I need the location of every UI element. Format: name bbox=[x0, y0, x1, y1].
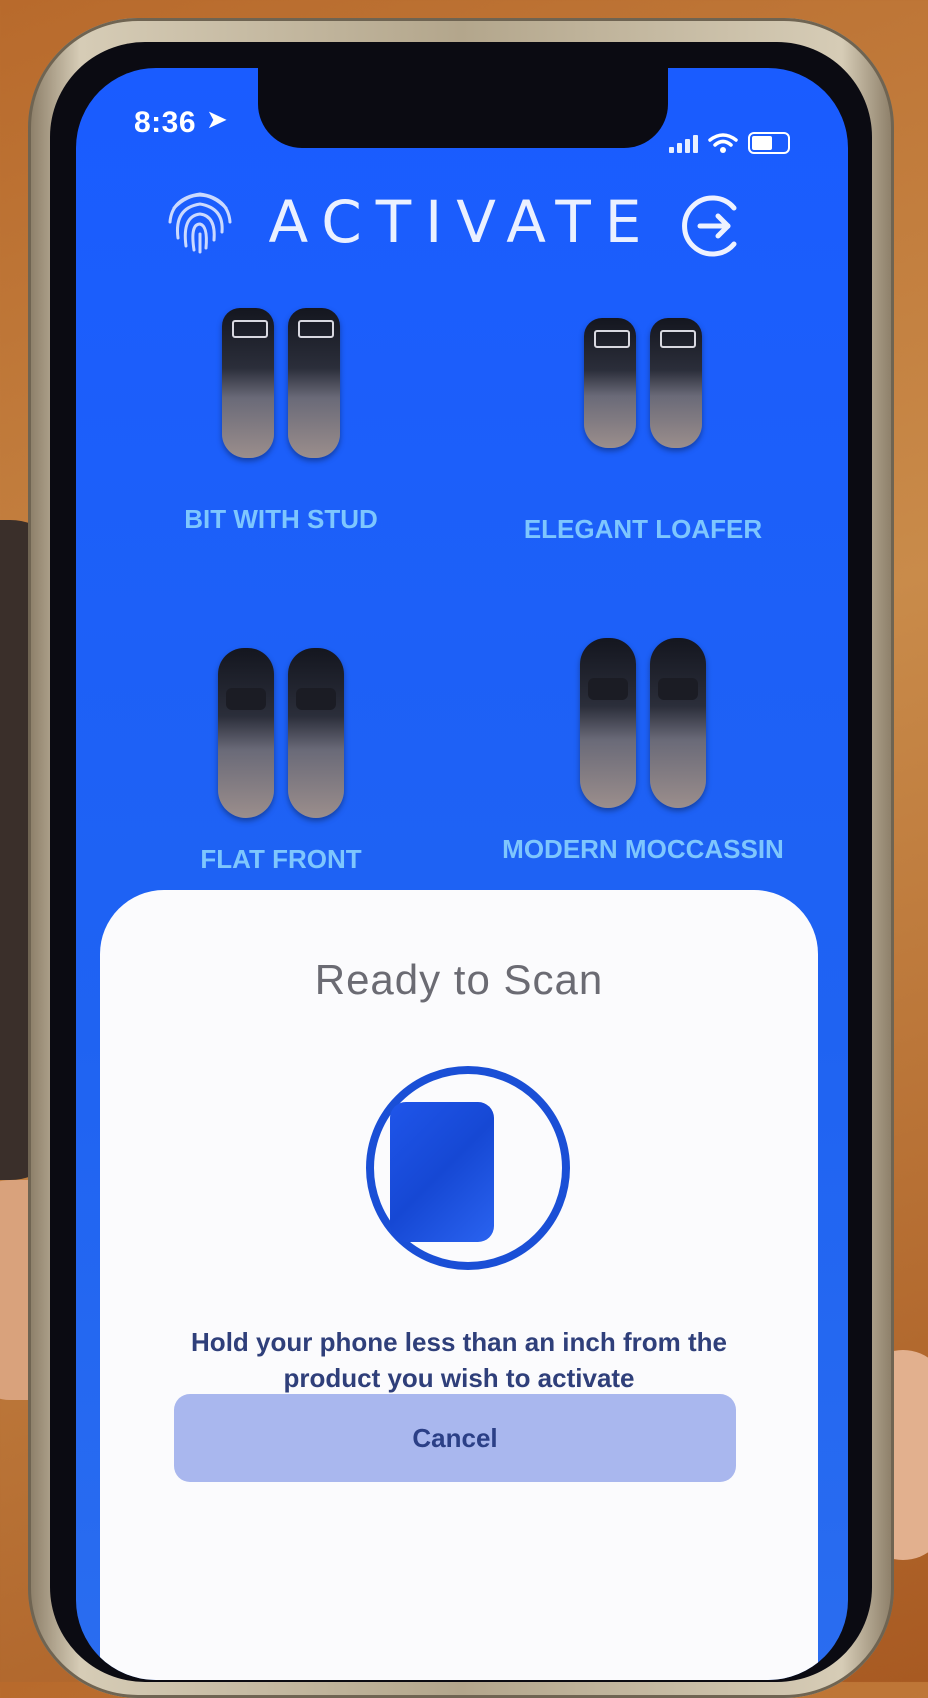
product-flat-front[interactable]: FLAT FRONT bbox=[116, 648, 446, 875]
location-icon: ➤ bbox=[206, 104, 228, 134]
phone-icon bbox=[390, 1102, 494, 1242]
notch bbox=[258, 68, 668, 148]
sheet-title: Ready to Scan bbox=[314, 956, 604, 1003]
cancel-button[interactable]: Cancel bbox=[174, 1394, 736, 1482]
shoe-image bbox=[116, 308, 446, 478]
shoe-image bbox=[478, 318, 808, 488]
status-icons bbox=[669, 132, 790, 154]
battery-icon bbox=[748, 132, 790, 154]
product-bit-with-stud[interactable]: BIT WITH STUD bbox=[116, 308, 446, 535]
status-time: 8:36 bbox=[134, 106, 197, 139]
header: ACTIVATE bbox=[76, 178, 848, 288]
product-modern-moccassin[interactable]: MODERN MOCCASSIN bbox=[478, 638, 808, 865]
product-label: BIT WITH STUD bbox=[184, 504, 378, 534]
product-label: MODERN MOCCASSIN bbox=[502, 834, 784, 864]
scan-sheet: Ready to Scan Hold your phone less than … bbox=[100, 890, 818, 1680]
product-label: FLAT FRONT bbox=[200, 844, 362, 874]
product-label: ELEGANT LOAFER bbox=[523, 514, 763, 544]
shoe-image bbox=[116, 648, 446, 818]
signal-icon bbox=[669, 133, 698, 153]
exit-icon[interactable] bbox=[678, 190, 750, 262]
shoe-image bbox=[478, 638, 808, 808]
wifi-icon bbox=[708, 133, 738, 153]
screen: 8:36 ➤ ACTIVATE BIT WITH STUD ELEGANT LO… bbox=[76, 68, 848, 1680]
product-elegant-loafer[interactable]: ELEGANT LOAFER bbox=[478, 318, 808, 545]
scan-instructions: Hold your phone less than an inch from t… bbox=[191, 1327, 727, 1393]
